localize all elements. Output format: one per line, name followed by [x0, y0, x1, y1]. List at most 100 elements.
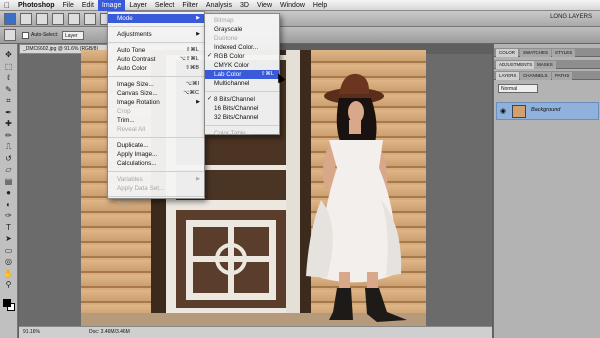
- move-tool-preset-icon[interactable]: [4, 29, 16, 41]
- gradient-tool-icon[interactable]: ▤: [3, 177, 14, 187]
- bridge-icon[interactable]: [20, 13, 32, 25]
- menu-item-label: Color Table...: [214, 130, 251, 137]
- image-item-image-rotation[interactable]: Image Rotation ▶: [108, 98, 204, 107]
- menu-view[interactable]: View: [253, 0, 276, 11]
- image-item-image-size[interactable]: Image Size... ⌥⌘I: [108, 80, 204, 89]
- mode-item-16-bits-channel[interactable]: 16 Bits/Channel: [205, 104, 279, 113]
- tab-paths[interactable]: PATHS: [552, 72, 573, 80]
- menu-3d[interactable]: 3D: [236, 0, 253, 11]
- 3d-rotate-tool-icon[interactable]: ◎: [3, 257, 14, 267]
- image-item-apply-image[interactable]: Apply Image...: [108, 150, 204, 159]
- brush-tool-icon[interactable]: ✏: [3, 131, 14, 141]
- marquee-tool-icon[interactable]: ⬚: [3, 62, 14, 72]
- menu-separator: [108, 76, 204, 77]
- layer-row-background[interactable]: ◉ Background: [496, 102, 599, 120]
- image-item-duplicate[interactable]: Duplicate...: [108, 141, 204, 150]
- menu-help[interactable]: Help: [309, 0, 331, 11]
- tab-masks[interactable]: MASKS: [534, 61, 556, 69]
- doc-size-readout: Doc: 3.46M/3.46M: [89, 329, 130, 335]
- mode-item-grayscale[interactable]: Grayscale: [205, 25, 279, 34]
- image-menu: Mode ▶ Adjustments ▶ Auto Tone ⇧⌘L Auto Contra…: [107, 11, 205, 208]
- hand-tool-icon[interactable]: [68, 13, 80, 25]
- mode-item-indexed-color[interactable]: Indexed Color...: [205, 43, 279, 52]
- menu-layer[interactable]: Layer: [125, 0, 151, 11]
- blend-mode-dropdown[interactable]: Normal: [498, 84, 538, 93]
- mode-item-cmyk-color[interactable]: CMYK Color: [205, 61, 279, 70]
- clone-stamp-tool-icon[interactable]: ⎍: [3, 142, 14, 152]
- image-item-canvas-size[interactable]: Canvas Size... ⌥⌘C: [108, 89, 204, 98]
- mode-submenu: Bitmap Grayscale Duotone Indexed Color... RG…: [204, 13, 280, 137]
- menu-item-label: Auto Contrast: [117, 56, 156, 63]
- menu-edit[interactable]: Edit: [78, 0, 98, 11]
- image-item-auto-tone[interactable]: Auto Tone ⇧⌘L: [108, 46, 204, 55]
- lasso-tool-icon[interactable]: ℓ: [3, 73, 14, 83]
- tab-color[interactable]: COLOR: [496, 49, 519, 57]
- image-item-adjustments[interactable]: Adjustments ▶: [108, 30, 204, 39]
- history-brush-tool-icon[interactable]: ↺: [3, 154, 14, 164]
- menu-analysis[interactable]: Analysis: [202, 0, 236, 11]
- menu-separator: [108, 26, 204, 27]
- quick-select-tool-icon[interactable]: ✎: [3, 85, 14, 95]
- menu-item-label: 32 Bits/Channel: [214, 114, 259, 121]
- workspace-switcher[interactable]: LONG LAYERS: [550, 14, 592, 20]
- image-item-calculations[interactable]: Calculations...: [108, 159, 204, 168]
- shape-tool-icon[interactable]: ▭: [3, 246, 14, 256]
- mode-item-rgb-color[interactable]: RGB Color ✓: [205, 52, 279, 61]
- eraser-tool-icon[interactable]: ▱: [3, 165, 14, 175]
- tab-swatches[interactable]: SWATCHES: [520, 49, 552, 57]
- zoom-level-icon[interactable]: [52, 13, 64, 25]
- menu-filter[interactable]: Filter: [178, 0, 202, 11]
- foreground-color-swatch[interactable]: [3, 299, 11, 307]
- mode-item-32-bits-channel[interactable]: 32 Bits/Channel: [205, 113, 279, 122]
- healing-brush-tool-icon[interactable]: ✚: [3, 119, 14, 129]
- menu-window[interactable]: Window: [276, 0, 309, 11]
- blur-tool-icon[interactable]: ●: [3, 188, 14, 198]
- move-tool-icon[interactable]: ✥: [3, 50, 14, 60]
- image-item-auto-color[interactable]: Auto Color ⇧⌘B: [108, 64, 204, 73]
- menu-image[interactable]: Image: [97, 0, 126, 11]
- mode-item-lab-color[interactable]: Lab Color ⇧⌘L: [205, 70, 279, 79]
- menu-item-label: Crop: [117, 108, 131, 115]
- zoom-readout[interactable]: 91.16%: [23, 329, 40, 335]
- menu-separator: [205, 91, 279, 92]
- mini-bridge-icon[interactable]: [36, 13, 48, 25]
- image-item-auto-contrast[interactable]: Auto Contrast ⌥⇧⌘L: [108, 55, 204, 64]
- crop-tool-icon[interactable]: ⌗: [3, 96, 14, 106]
- auto-select-label: Auto-Select:: [31, 32, 59, 38]
- eyedropper-tool-icon[interactable]: ✒: [3, 108, 14, 118]
- menu-select[interactable]: Select: [151, 0, 178, 11]
- tab-styles[interactable]: STYLES: [552, 49, 576, 57]
- menu-photoshop[interactable]: Photoshop: [14, 0, 59, 11]
- tab-channels[interactable]: CHANNELS: [520, 72, 551, 80]
- auto-select-checkbox[interactable]: [22, 32, 29, 39]
- mode-item-multichannel[interactable]: Multichannel: [205, 79, 279, 88]
- menu-item-label: Apply Data Set...: [117, 185, 165, 192]
- mode-item-8-bits-channel[interactable]: 8 Bits/Channel ✓: [205, 95, 279, 104]
- menu-file[interactable]: File: [59, 0, 78, 11]
- tab-layers[interactable]: LAYERS: [496, 72, 520, 80]
- menu-shortcut: ⌥⇧⌘L: [179, 56, 199, 62]
- arrange-documents-icon[interactable]: [84, 13, 96, 25]
- menu-item-label: Indexed Color...: [214, 44, 259, 51]
- menu-item-label: Adjustments: [117, 31, 152, 38]
- menu-item-label: Auto Color: [117, 65, 147, 72]
- submenu-arrow-icon: ▶: [196, 99, 200, 105]
- apple-icon[interactable]: : [0, 1, 14, 10]
- tab-adjustments[interactable]: ADJUSTMENTS: [496, 61, 536, 69]
- type-tool-icon[interactable]: T: [3, 223, 14, 233]
- auto-select-dropdown[interactable]: Layer: [62, 31, 84, 40]
- menu-item-label: Bitmap: [214, 17, 234, 24]
- image-item-mode[interactable]: Mode ▶: [108, 14, 204, 23]
- zoom-tool-icon[interactable]: ⚲: [3, 280, 14, 290]
- menu-item-label: Trim...: [117, 117, 135, 124]
- path-select-tool-icon[interactable]: ➤: [3, 234, 14, 244]
- menu-separator: [108, 137, 204, 138]
- pen-tool-icon[interactable]: ✑: [3, 211, 14, 221]
- dodge-tool-icon[interactable]: ◐: [3, 200, 14, 210]
- layer-visibility-eye-icon[interactable]: ◉: [500, 107, 506, 115]
- checkmark-icon: ✓: [207, 53, 213, 59]
- mac-menubar:  Photoshop File Edit Image Layer Select…: [0, 0, 600, 11]
- image-item-trim[interactable]: Trim...: [108, 116, 204, 125]
- layer-name: Background: [531, 107, 561, 113]
- hand-tool-icon[interactable]: ✋: [3, 269, 14, 279]
